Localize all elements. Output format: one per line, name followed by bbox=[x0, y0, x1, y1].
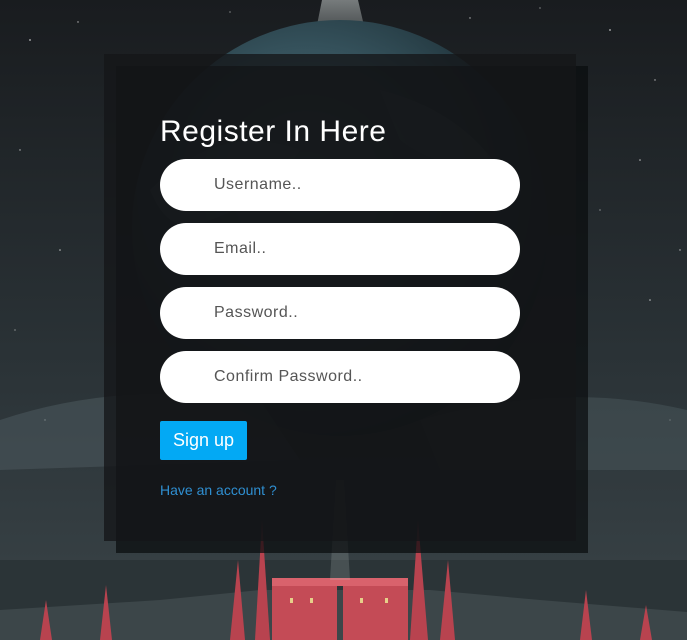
password-input[interactable] bbox=[160, 287, 520, 339]
register-page: Register In Here Sign up Have an account… bbox=[0, 0, 687, 640]
username-input[interactable] bbox=[160, 159, 520, 211]
form-title: Register In Here bbox=[160, 115, 387, 148]
email-input[interactable] bbox=[160, 223, 520, 275]
signup-button[interactable]: Sign up bbox=[160, 421, 247, 460]
have-account-link[interactable]: Have an account ? bbox=[160, 482, 277, 498]
confirm-password-input[interactable] bbox=[160, 351, 520, 403]
